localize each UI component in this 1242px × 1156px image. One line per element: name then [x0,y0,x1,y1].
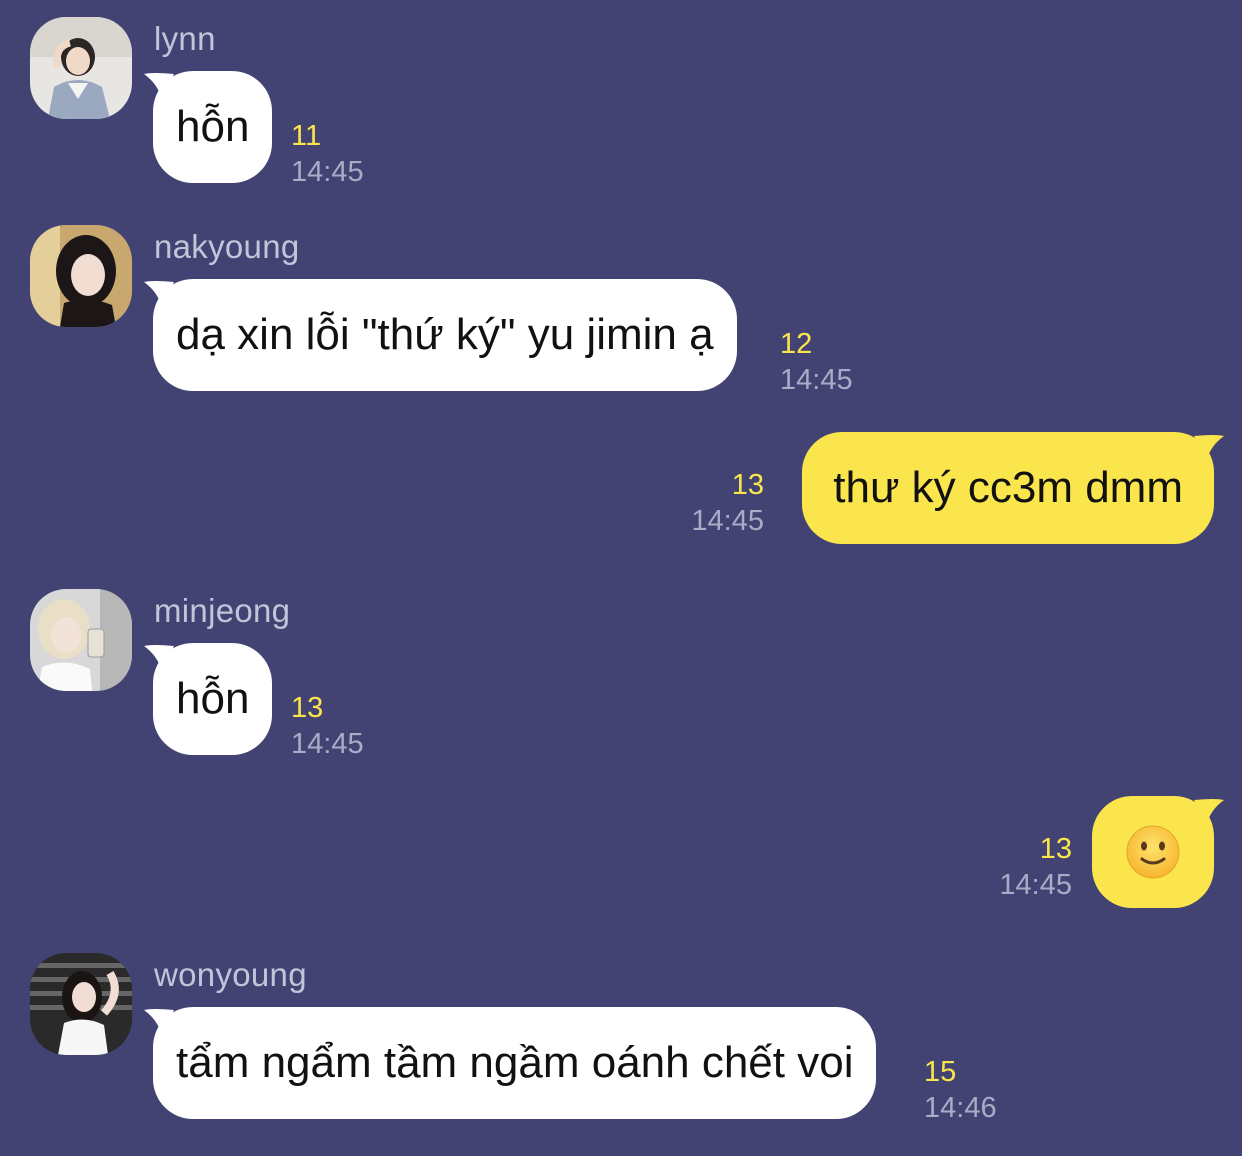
message-bubble[interactable] [1092,796,1214,908]
message-meta: 13 14:45 [999,831,1072,903]
unread-count: 13 [731,469,764,501]
message-meta: 13 14:45 [291,690,364,762]
message-bubble[interactable]: tẩm ngẩm tầm ngầm oánh chết voi [153,1007,877,1119]
timestamp: 14:45 [691,505,764,537]
avatar-wonyoung[interactable] [30,953,132,1055]
message-bubble[interactable]: hỗn [153,643,273,755]
timestamp: 14:45 [780,364,853,396]
profile-photo-icon [30,17,132,119]
message-meta: 11 14:45 [291,118,364,190]
avatar-nakyoung[interactable] [30,225,132,327]
unread-count: 15 [924,1056,957,1088]
timestamp: 14:45 [291,728,364,760]
profile-photo-icon [30,225,132,327]
sender-name: wonyoung [154,956,307,993]
avatar-minjeong[interactable] [30,589,132,691]
message-text: dạ xin lỗi "thứ ký" yu jimin ạ [176,310,714,359]
profile-photo-icon [30,953,132,1055]
sender-name: minjeong [154,592,291,629]
unread-count: 13 [291,692,324,724]
profile-photo-icon [30,589,132,691]
unread-count: 11 [291,120,322,152]
timestamp: 14:46 [924,1092,997,1124]
message-text: hỗn [176,674,250,723]
message-text: thư ký cc3m dmm [833,463,1183,512]
message-bubble[interactable]: dạ xin lỗi "thứ ký" yu jimin ạ [153,279,737,391]
message-text: tẩm ngẩm tầm ngầm oánh chết voi [176,1038,854,1087]
message-bubble[interactable]: hỗn [153,71,273,183]
message-meta: 13 14:45 [691,467,764,539]
timestamp: 14:45 [999,869,1072,901]
unread-count: 13 [1039,833,1072,865]
unread-count: 12 [780,328,813,360]
slightly-smiling-face-icon [1126,825,1180,879]
message-meta: 15 14:46 [924,1054,997,1126]
timestamp: 14:45 [291,156,364,188]
sender-name: lynn [154,20,216,57]
message-text: hỗn [176,102,250,151]
avatar-lynn[interactable] [30,17,132,119]
sender-name: nakyoung [154,228,300,265]
message-meta: 12 14:45 [780,326,853,398]
message-bubble[interactable]: thư ký cc3m dmm [802,432,1214,544]
